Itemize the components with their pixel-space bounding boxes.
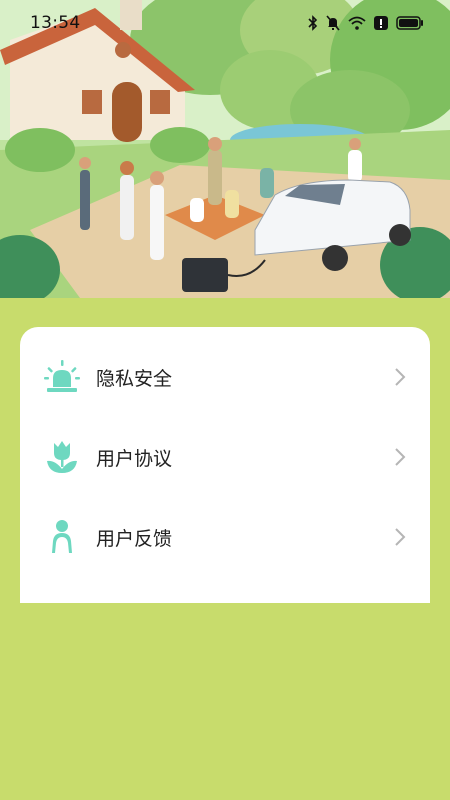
status-time: 13:54 [30, 13, 81, 33]
menu-item-feedback[interactable]: 用户反馈 [20, 497, 430, 577]
alarm-light-icon [42, 357, 82, 397]
menu-item-label: 用户协议 [96, 447, 173, 470]
bluetooth-icon [308, 15, 318, 31]
status-icons [308, 15, 424, 31]
battery-icon [396, 16, 424, 30]
chevron-right-icon [392, 366, 408, 388]
status-bar: 13:54 [0, 0, 450, 46]
mute-bell-icon [326, 15, 340, 31]
menu-item-agreement[interactable]: 用户协议 [20, 417, 430, 497]
chevron-right-icon [392, 526, 408, 548]
settings-card: 隐私安全 用户协议 用户反馈 [20, 327, 430, 603]
person-icon [42, 517, 82, 557]
menu-item-label: 用户反馈 [96, 527, 173, 550]
alert-icon [374, 16, 388, 30]
wifi-icon [348, 16, 366, 30]
chevron-right-icon [392, 446, 408, 468]
menu-item-label: 隐私安全 [96, 367, 173, 390]
tulip-icon [42, 437, 82, 477]
hero-illustration: 13:54 [0, 0, 450, 298]
menu-item-privacy[interactable]: 隐私安全 [20, 337, 430, 417]
